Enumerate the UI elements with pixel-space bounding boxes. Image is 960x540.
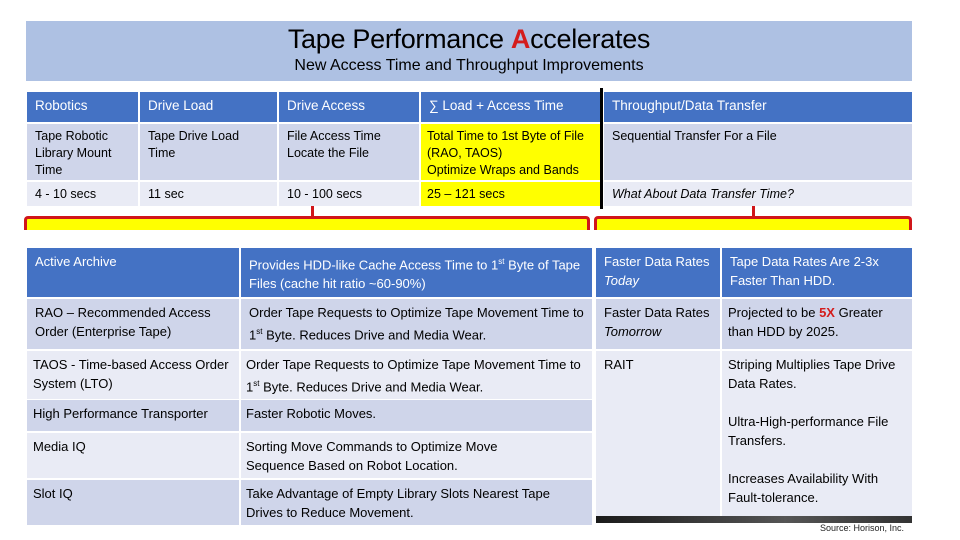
header-throughput: Throughput/Data Transfer (604, 92, 912, 122)
access-bracket (24, 216, 590, 230)
access-row-name: TAOS - Time-based Access Order System (L… (27, 351, 239, 399)
access-row-name: Media IQ (27, 433, 239, 478)
throughput-bracket-tick (752, 206, 755, 218)
access-row-name: Active Archive (27, 248, 239, 297)
access-row-desc: Order Tape Requests to Optimize Tape Mov… (241, 351, 592, 399)
title-prefix: Tape Performance (287, 24, 511, 54)
throughput-row-name: RAIT (596, 351, 720, 520)
throughput-row-desc: Tape Data Rates Are 2-3x Faster Than HDD… (722, 248, 912, 297)
desc-text: Byte. Reduces Drive and Media Wear. (262, 327, 487, 343)
header-drive-access: Drive Access (279, 92, 419, 122)
name-italic: Today (604, 273, 639, 288)
cell-drive-load-time: 11 sec (140, 182, 277, 206)
cell-total-time-desc: Total Time to 1st Byte of File (RAO, TAO… (421, 124, 601, 180)
name-text: Faster Data Rates (604, 305, 710, 320)
cell-line: (RAO, TAOS) (427, 146, 503, 160)
desc-text: Projected to be (728, 305, 820, 320)
source-note: Source: Horison, Inc. (819, 523, 904, 533)
header-drive-load: Drive Load (140, 92, 277, 122)
cell-line: Total Time to 1st Byte of File (427, 129, 585, 143)
desc-highlight: 5X (819, 305, 835, 320)
access-row-desc: Take Advantage of Empty Library Slots Ne… (241, 480, 592, 525)
cell-line: Locate the File (287, 146, 369, 160)
divider-line (600, 88, 603, 209)
throughput-row-desc: Projected to be 5X Greater than HDD by 2… (722, 299, 912, 349)
page-subtitle: New Access Time and Throughput Improveme… (294, 57, 644, 74)
access-row-desc: Faster Robotic Moves. (241, 400, 592, 431)
access-row-name: Slot IQ (27, 480, 239, 525)
page-title: Tape Performance Accelerates (26, 21, 912, 55)
access-row-name: High Performance Transporter (27, 400, 239, 431)
access-row-desc: Sorting Move Commands to Optimize Move S… (241, 433, 592, 478)
cell-robotics-desc: Tape Robotic Library Mount Time (27, 124, 138, 180)
desc-text: Provides HDD-like Cache Access Time to 1 (249, 257, 499, 273)
cell-total-time: 25 – 121 secs (421, 182, 601, 206)
title-accent-letter: A (510, 24, 531, 54)
cell-transfer-time: What About Data Transfer Time? (604, 182, 912, 206)
cell-line: File Access Time (287, 129, 381, 143)
title-suffix: ccelerates (530, 24, 651, 54)
access-bracket-tick (311, 206, 314, 218)
cell-drive-access-desc: File Access Time Locate the File (279, 124, 419, 180)
throughput-row-name: Faster Data Rates Tomorrow (596, 299, 720, 349)
access-row-desc: Order Tape Requests to Optimize Tape Mov… (241, 299, 592, 349)
throughput-row-name: Faster Data Rates Today (596, 248, 720, 297)
cell-drive-access-time: 10 - 100 secs (279, 182, 419, 206)
desc-paragraph: Striping Multiplies Tape Drive Data Rate… (728, 357, 896, 391)
header-robotics: Robotics (27, 92, 138, 122)
header-load-access-time: ∑ Load + Access Time (421, 92, 601, 122)
throughput-row-desc: Striping Multiplies Tape Drive Data Rate… (722, 351, 912, 520)
cell-throughput-desc: Sequential Transfer For a File (604, 124, 912, 180)
desc-paragraph: Ultra-High-performance File Transfers. (728, 414, 889, 448)
access-row-desc: Provides HDD-like Cache Access Time to 1… (241, 248, 592, 297)
desc-text: Byte. Reduces Drive and Media Wear. (259, 379, 484, 395)
cell-line: Optimize Wraps and Bands (427, 163, 579, 177)
title-banner: Tape Performance Accelerates New Access … (26, 21, 912, 81)
cell-drive-load-desc: Tape Drive Load Time (140, 124, 277, 180)
throughput-bracket (594, 216, 912, 230)
access-row-name: RAO – Recommended Access Order (Enterpri… (27, 299, 239, 349)
name-text: Faster Data Rates (604, 254, 710, 269)
name-italic: Tomorrow (604, 324, 662, 339)
footer-shade-bar (596, 516, 912, 523)
cell-robotics-time: 4 - 10 secs (27, 182, 138, 206)
desc-paragraph: Increases Availability With Fault-tolera… (728, 471, 879, 505)
